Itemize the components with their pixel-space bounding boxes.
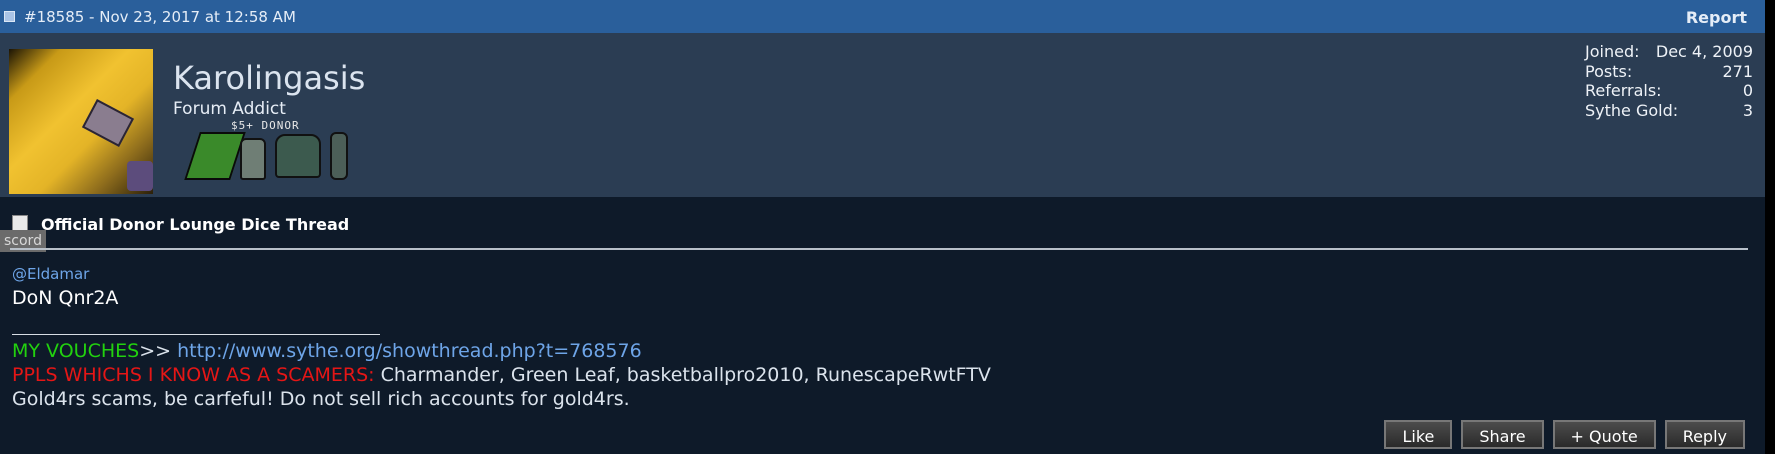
vouches-label: MY VOUCHES bbox=[12, 340, 140, 362]
thread-title[interactable]: Official Donor Lounge Dice Thread bbox=[41, 215, 349, 234]
stat-row-sythe-gold: Sythe Gold: 3 bbox=[1585, 101, 1753, 121]
stat-label: Referrals: bbox=[1585, 81, 1662, 100]
divider bbox=[10, 248, 1748, 250]
stat-row-posts: Posts: 271 bbox=[1585, 62, 1753, 82]
stat-label: Posts: bbox=[1585, 61, 1633, 81]
post-body-text: DoN Qnr2A bbox=[12, 287, 119, 309]
username[interactable]: Karolingasis bbox=[173, 59, 365, 97]
badge-icon bbox=[240, 138, 266, 180]
signature-vouches-line: MY VOUCHES>> http://www.sythe.org/showth… bbox=[12, 340, 642, 362]
post-content: Official Donor Lounge Dice Thread scord … bbox=[0, 197, 1765, 454]
stat-value: 3 bbox=[1742, 100, 1753, 120]
badge-icon bbox=[275, 134, 321, 178]
like-button[interactable]: Like bbox=[1384, 420, 1453, 449]
stat-value: Dec 4, 2009 bbox=[1655, 42, 1753, 61]
stat-row-joined: Joined: Dec 4, 2009 bbox=[1585, 42, 1753, 62]
badge-icon bbox=[184, 132, 246, 180]
avatar-detail bbox=[81, 99, 135, 147]
stat-label: Sythe Gold: bbox=[1585, 100, 1679, 120]
post-header-bar: #18585 - Nov 23, 2017 at 12:58 AM Report bbox=[0, 0, 1765, 33]
stat-label: Joined: bbox=[1585, 42, 1640, 61]
report-link[interactable]: Report bbox=[1686, 8, 1747, 27]
donor-label: $5+ DONOR bbox=[231, 119, 300, 132]
user-mention-link[interactable]: @Eldamar bbox=[12, 265, 89, 283]
post-icon bbox=[4, 11, 15, 22]
post-actions: Like Share + Quote Reply bbox=[1384, 420, 1745, 449]
avatar[interactable] bbox=[9, 49, 153, 194]
signature-warning-line: Gold4rs scams, be carfeful! Do not sell … bbox=[12, 388, 630, 410]
post-container: #18585 - Nov 23, 2017 at 12:58 AM Report… bbox=[0, 0, 1765, 454]
avatar-detail bbox=[127, 161, 153, 191]
user-title: Forum Addict bbox=[173, 99, 286, 119]
badge-icon bbox=[330, 132, 348, 180]
post-permalink[interactable]: #18585 - Nov 23, 2017 at 12:58 AM bbox=[24, 8, 296, 26]
vouches-arrow: >> bbox=[139, 340, 178, 362]
user-info-panel: Karolingasis Forum Addict $5+ DONOR Join… bbox=[0, 33, 1765, 197]
share-button[interactable]: Share bbox=[1461, 420, 1544, 449]
signature-scammers-line: PPLS WHICHS I KNOW AS A SCAMERS: Charman… bbox=[12, 364, 991, 386]
user-stats: Joined: Dec 4, 2009 Posts: 271 Referrals… bbox=[1585, 42, 1753, 120]
quote-button[interactable]: + Quote bbox=[1552, 420, 1656, 449]
scammers-list: Charmander, Green Leaf, basketballpro201… bbox=[374, 364, 991, 386]
stat-value: 271 bbox=[1722, 61, 1753, 81]
vouches-link[interactable]: http://www.sythe.org/showthread.php?t=76… bbox=[177, 340, 642, 362]
signature-divider bbox=[12, 334, 380, 335]
reply-button[interactable]: Reply bbox=[1664, 420, 1745, 449]
stat-row-referrals: Referrals: 0 bbox=[1585, 81, 1753, 101]
scammers-label: PPLS WHICHS I KNOW AS A SCAMERS: bbox=[12, 364, 375, 386]
stat-value: 0 bbox=[1742, 81, 1753, 100]
